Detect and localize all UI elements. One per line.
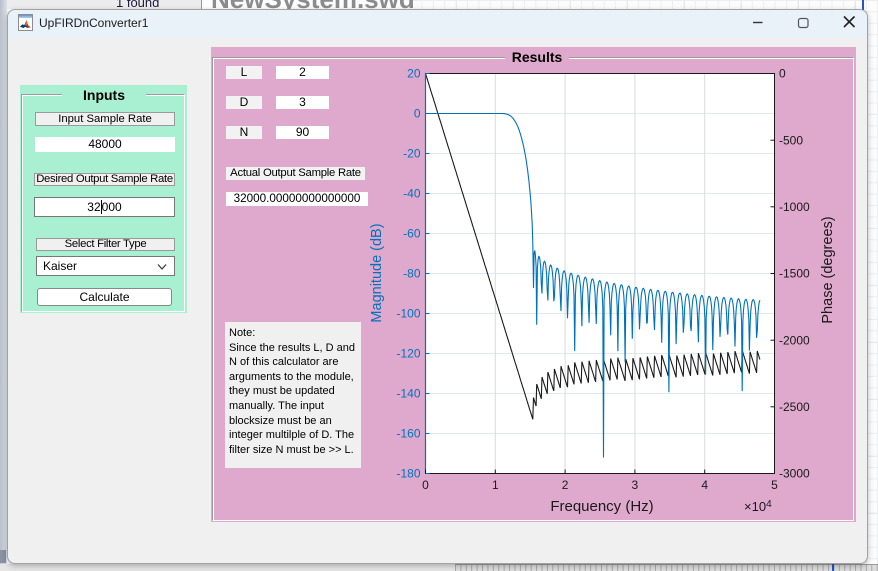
svg-text:5: 5 [771, 478, 778, 492]
svg-text:0: 0 [422, 478, 429, 492]
svg-text:-60: -60 [403, 227, 421, 241]
svg-text:-20: -20 [403, 147, 421, 161]
svg-text:-3000: -3000 [779, 467, 810, 481]
svg-text:-100: -100 [396, 307, 420, 321]
svg-text:-160: -160 [396, 427, 420, 441]
svg-text:20: 20 [407, 67, 421, 81]
svg-text:-500: -500 [779, 133, 803, 147]
svg-text:2: 2 [562, 478, 569, 492]
svg-text:Phase (degrees): Phase (degrees) [820, 216, 836, 323]
svg-text:4: 4 [701, 478, 708, 492]
svg-text:1: 1 [492, 478, 499, 492]
svg-text:-1000: -1000 [779, 200, 810, 214]
svg-text:-120: -120 [396, 347, 420, 361]
svg-text:-180: -180 [396, 467, 420, 481]
svg-text:-1500: -1500 [779, 267, 810, 281]
svg-text:0: 0 [414, 107, 421, 121]
svg-text:Magnitude (dB): Magnitude (dB) [369, 223, 385, 322]
svg-text:3: 3 [632, 478, 639, 492]
svg-text:-40: -40 [403, 187, 421, 201]
svg-text:-80: -80 [403, 267, 421, 281]
svg-text:0: 0 [779, 67, 786, 81]
svg-text:Frequency (Hz): Frequency (Hz) [550, 498, 653, 515]
svg-text:-2000: -2000 [779, 333, 810, 347]
svg-text:-140: -140 [396, 387, 420, 401]
svg-text:×104: ×104 [744, 499, 772, 514]
svg-text:-2500: -2500 [779, 400, 810, 414]
